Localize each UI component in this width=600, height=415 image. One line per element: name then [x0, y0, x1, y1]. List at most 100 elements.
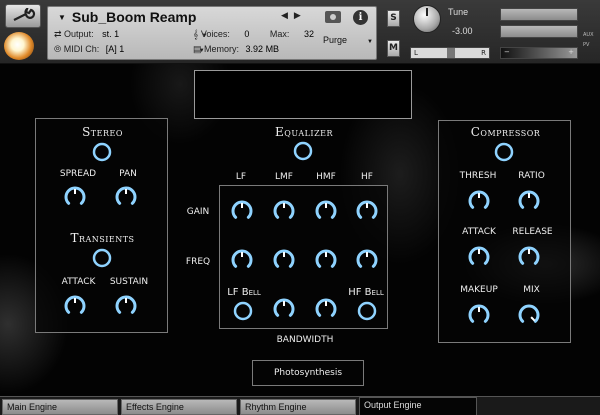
- transients-button[interactable]: [91, 247, 113, 273]
- comp-release-knob[interactable]: [516, 244, 542, 274]
- display-screen: [194, 70, 412, 119]
- stereo-section: Stereo SPREAD PAN Transients ATTACK SUST…: [35, 118, 168, 333]
- pv-label[interactable]: PV: [583, 42, 589, 48]
- pan-left-label: L: [414, 49, 418, 57]
- transient-sustain-knob[interactable]: [113, 293, 139, 323]
- compressor-title: Compressor: [470, 125, 541, 139]
- voices-icon: 𝄞: [193, 29, 201, 39]
- info-icon[interactable]: i: [353, 10, 368, 25]
- comp-attack-knob[interactable]: [466, 244, 492, 274]
- output-engine-panel: Stereo SPREAD PAN Transients ATTACK SUST…: [0, 64, 600, 396]
- comp-mix-knob[interactable]: [516, 302, 542, 332]
- pan-slider-handle[interactable]: [447, 48, 455, 58]
- tune-label: Tune: [448, 7, 469, 17]
- memory-row: ▤ Memory: 3.92 MB: [193, 44, 280, 54]
- lf-bell-label: LF Bell: [227, 287, 261, 298]
- eq-band-hf: HF: [361, 172, 373, 182]
- voices-value: 0: [244, 29, 250, 39]
- eq-bw-hmf-knob[interactable]: [313, 296, 339, 326]
- hf-bell-button[interactable]: [356, 300, 378, 326]
- max-label: Max:: [269, 29, 290, 39]
- output-meter-left: [500, 8, 578, 21]
- volume-slider[interactable]: − +: [500, 47, 578, 59]
- tab-output-engine[interactable]: Output Engine: [359, 397, 477, 415]
- stereo-button[interactable]: [91, 141, 113, 167]
- max-voices-value[interactable]: 32: [304, 29, 314, 39]
- equalizer-title: Equalizer: [275, 125, 333, 139]
- purge-dropdown[interactable]: Purge: [323, 35, 373, 45]
- tune-knob[interactable]: [413, 5, 441, 33]
- comp-release-label: RELEASE: [512, 227, 553, 237]
- comp-thresh-knob[interactable]: [466, 188, 492, 218]
- camera-icon[interactable]: [325, 11, 341, 23]
- makeup-label: MAKEUP: [460, 285, 498, 295]
- eq-band-lmf: LMF: [275, 172, 293, 182]
- tab-main-engine[interactable]: Main Engine: [2, 399, 118, 415]
- photosynthesis-label: Photosynthesis: [273, 368, 343, 378]
- eq-gain-hmf-knob[interactable]: [313, 198, 339, 228]
- output-icon: ⇄: [54, 29, 65, 39]
- compressor-button[interactable]: [493, 141, 515, 167]
- memory-icon: ▤: [193, 44, 205, 54]
- comp-ratio-knob[interactable]: [516, 188, 542, 218]
- eq-knob-box: LF Bell HF Bell: [219, 185, 388, 329]
- volume-plus-label: +: [568, 48, 574, 56]
- tab-effects-engine[interactable]: Effects Engine: [121, 399, 237, 415]
- pan-label: PAN: [119, 169, 137, 179]
- eq-freq-hf-knob[interactable]: [354, 247, 380, 277]
- eq-gain-label: GAIN: [186, 207, 210, 217]
- midi-icon: ⦾: [54, 44, 64, 54]
- engine-tab-bar: Main Engine Effects Engine Rhythm Engine…: [0, 396, 600, 415]
- eq-freq-label: FREQ: [185, 257, 211, 267]
- eq-freq-hmf-knob[interactable]: [313, 247, 339, 277]
- comp-makeup-knob[interactable]: [466, 302, 492, 332]
- mute-button[interactable]: M: [387, 40, 400, 57]
- spread-knob[interactable]: [62, 184, 88, 214]
- thresh-label: THRESH: [459, 171, 497, 181]
- output-row[interactable]: ⇄ Output: st. 1 ▼: [54, 29, 208, 40]
- stereo-title: Stereo: [82, 125, 123, 139]
- eq-band-lf: LF: [235, 172, 247, 182]
- pan-right-label: R: [481, 49, 486, 57]
- pan-knob[interactable]: [113, 184, 139, 214]
- tune-value: -3.00: [452, 26, 473, 36]
- transient-attack-label: ATTACK: [61, 277, 96, 287]
- wrench-icon[interactable]: [5, 4, 41, 28]
- instrument-name[interactable]: Sub_Boom Reamp: [58, 9, 196, 25]
- ratio-label: RATIO: [518, 171, 545, 181]
- kontakt-header: Sub_Boom Reamp ◀▶ i ⇄ Output: st. 1 ▼ ⦾ …: [0, 0, 600, 64]
- transient-sustain-label: SUSTAIN: [109, 277, 149, 287]
- midi-row[interactable]: ⦾ MIDI Ch: [A] 1 ▼: [54, 44, 205, 55]
- midi-value[interactable]: [A] 1: [106, 44, 125, 54]
- aux-label[interactable]: AUX: [583, 32, 594, 38]
- tab-rhythm-engine[interactable]: Rhythm Engine: [240, 399, 356, 415]
- instrument-header-panel: Sub_Boom Reamp ◀▶ i ⇄ Output: st. 1 ▼ ⦾ …: [47, 6, 377, 60]
- instrument-logo: [4, 32, 34, 60]
- output-value[interactable]: st. 1: [102, 29, 119, 39]
- eq-gain-lf-knob[interactable]: [229, 198, 255, 228]
- voices-row: 𝄞 Voices: 0 Max: 32: [193, 29, 314, 39]
- transient-attack-knob[interactable]: [62, 293, 88, 323]
- eq-gain-hf-knob[interactable]: [354, 198, 380, 228]
- eq-gain-lmf-knob[interactable]: [271, 198, 297, 228]
- volume-minus-label: −: [504, 48, 510, 56]
- mix-label: MIX: [523, 285, 540, 295]
- transients-title: Transients: [70, 231, 135, 245]
- instrument-nav-arrows[interactable]: ◀▶: [281, 11, 307, 21]
- bandwidth-label: BANDWIDTH: [276, 335, 334, 345]
- solo-button[interactable]: S: [387, 10, 400, 27]
- photosynthesis-button[interactable]: Photosynthesis: [252, 360, 364, 386]
- eq-freq-lmf-knob[interactable]: [271, 247, 297, 277]
- eq-bw-lmf-knob[interactable]: [271, 296, 297, 326]
- comp-attack-label: ATTACK: [462, 227, 496, 237]
- eq-band-hmf: HMF: [316, 172, 336, 182]
- output-meter-right: [500, 25, 578, 38]
- lf-bell-button[interactable]: [232, 300, 254, 326]
- hf-bell-label: HF Bell: [348, 287, 384, 298]
- memory-value: 3.92 MB: [245, 44, 280, 54]
- equalizer-button[interactable]: [292, 140, 314, 166]
- spread-label: SPREAD: [59, 169, 97, 179]
- compressor-section: Compressor THRESH RATIO ATTACK RELEASE M…: [438, 120, 571, 343]
- pan-slider[interactable]: L R: [410, 47, 490, 59]
- eq-freq-lf-knob[interactable]: [229, 247, 255, 277]
